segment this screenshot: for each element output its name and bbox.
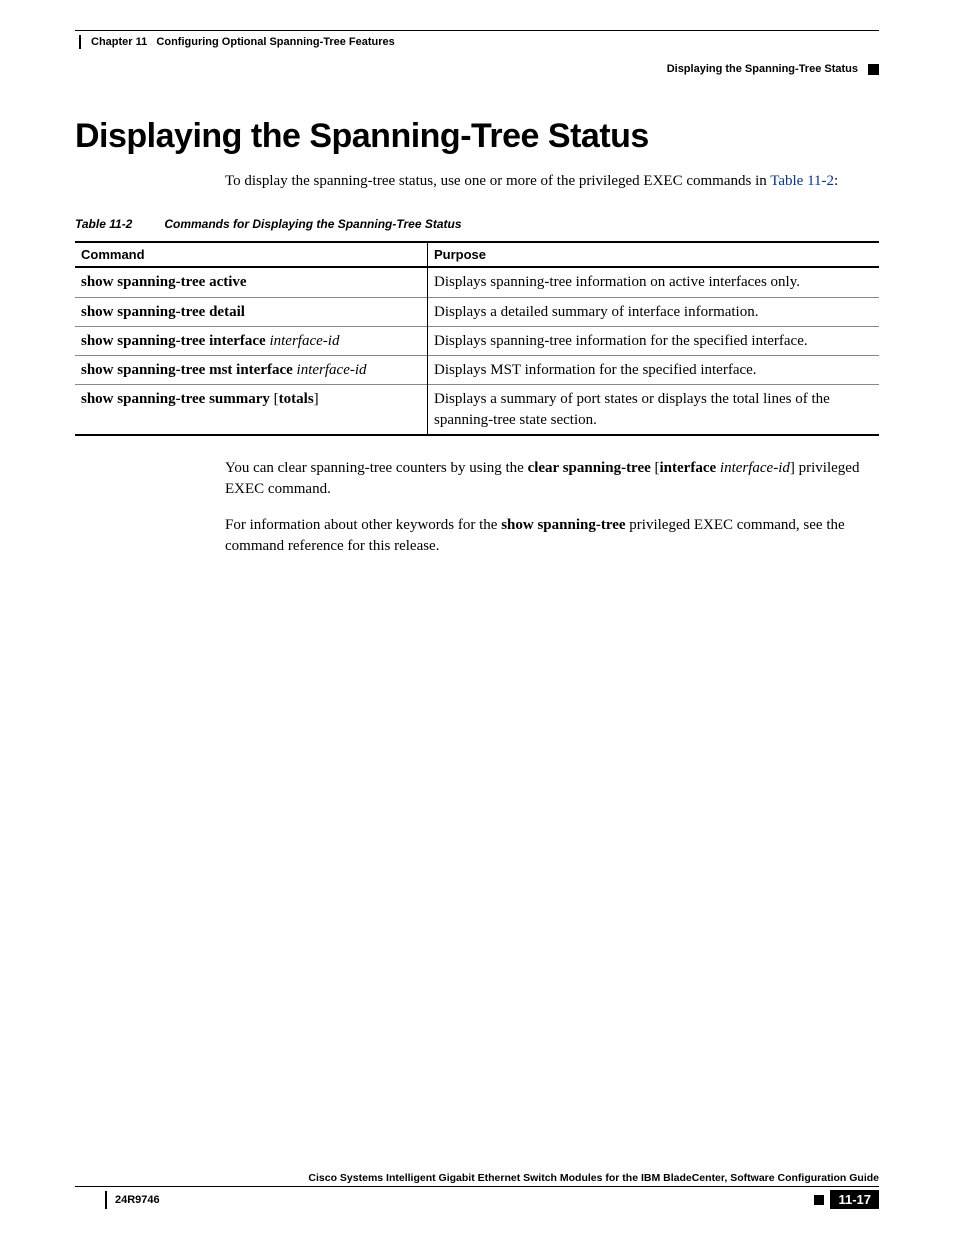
page-footer: Cisco Systems Intelligent Gigabit Ethern… [75, 1172, 879, 1209]
p2-a: For information about other keywords for… [225, 517, 501, 533]
p2-cmd: show spanning-tree [501, 517, 625, 533]
header-bar-icon [79, 35, 81, 49]
page-title: Displaying the Spanning-Tree Status [75, 117, 879, 156]
intro-pre: To display the spanning-tree status, use… [225, 173, 770, 189]
footer-book-title: Cisco Systems Intelligent Gigabit Ethern… [75, 1172, 879, 1184]
section-title: Displaying the Spanning-Tree Status [667, 63, 858, 75]
intro-paragraph: To display the spanning-tree status, use… [225, 171, 879, 191]
cell-purpose: Displays spanning-tree information for t… [428, 326, 880, 355]
body-paragraph-1: You can clear spanning-tree counters by … [225, 458, 879, 500]
table-row: show spanning-tree detail Displays a det… [75, 297, 879, 326]
command-arg: interface-id [297, 362, 367, 378]
chapter-label: Chapter 11 [91, 36, 147, 48]
cell-command: show spanning-tree detail [75, 297, 428, 326]
intro-post: : [834, 173, 838, 189]
cell-command: show spanning-tree summary [totals] [75, 385, 428, 435]
cell-command: show spanning-tree active [75, 267, 428, 297]
table-row: show spanning-tree summary [totals] Disp… [75, 385, 879, 435]
commands-table: Command Purpose show spanning-tree activ… [75, 241, 879, 436]
col-header-purpose: Purpose [428, 242, 880, 267]
table-cross-reference[interactable]: Table 11-2 [770, 173, 834, 189]
p1-kw: interface [660, 460, 720, 476]
command-arg: interface-id [269, 333, 339, 349]
command-text: show spanning-tree interface [81, 333, 269, 349]
cell-purpose: Displays a summary of port states or dis… [428, 385, 880, 435]
table-number: Table 11-2 [75, 217, 161, 231]
chapter-title: Configuring Optional Spanning-Tree Featu… [156, 36, 394, 48]
footer-docnum-text: 24R9746 [115, 1194, 160, 1206]
cell-purpose: Displays MST information for the specifi… [428, 356, 880, 385]
col-header-command: Command [75, 242, 428, 267]
footer-rule [75, 1186, 879, 1187]
square-marker-icon [814, 1195, 824, 1205]
header-rule [75, 30, 879, 31]
table-caption: Table 11-2 Commands for Displaying the S… [75, 217, 879, 231]
command-option: totals [279, 391, 314, 407]
cell-command: show spanning-tree interface interface-i… [75, 326, 428, 355]
square-marker-icon [868, 64, 879, 75]
cell-purpose: Displays spanning-tree information on ac… [428, 267, 880, 297]
command-text: show spanning-tree mst interface [81, 362, 297, 378]
command-text: show spanning-tree detail [81, 304, 245, 320]
table-title: Commands for Displaying the Spanning-Tre… [164, 217, 461, 231]
table-row: show spanning-tree interface interface-i… [75, 326, 879, 355]
p1-cmd: clear spanning-tree [528, 460, 655, 476]
table-row: show spanning-tree mst interface interfa… [75, 356, 879, 385]
table-row: show spanning-tree active Displays spann… [75, 267, 879, 297]
table-header-row: Command Purpose [75, 242, 879, 267]
footer-docnum: 24R9746 [75, 1191, 160, 1209]
command-text: show spanning-tree summary [81, 391, 274, 407]
running-header: Chapter 11 Configuring Optional Spanning… [75, 35, 879, 49]
p1-arg: interface-id [720, 460, 790, 476]
cell-command: show spanning-tree mst interface interfa… [75, 356, 428, 385]
cell-purpose: Displays a detailed summary of interface… [428, 297, 880, 326]
footer-bar-icon [105, 1191, 107, 1209]
page: Chapter 11 Configuring Optional Spanning… [0, 0, 954, 1235]
body-paragraph-2: For information about other keywords for… [225, 515, 879, 557]
section-header: Displaying the Spanning-Tree Status [75, 63, 879, 75]
command-text: show spanning-tree active [81, 274, 247, 290]
bracket-close: ] [314, 391, 319, 407]
page-number: 11-17 [830, 1190, 879, 1209]
p1-a: You can clear spanning-tree counters by … [225, 460, 528, 476]
